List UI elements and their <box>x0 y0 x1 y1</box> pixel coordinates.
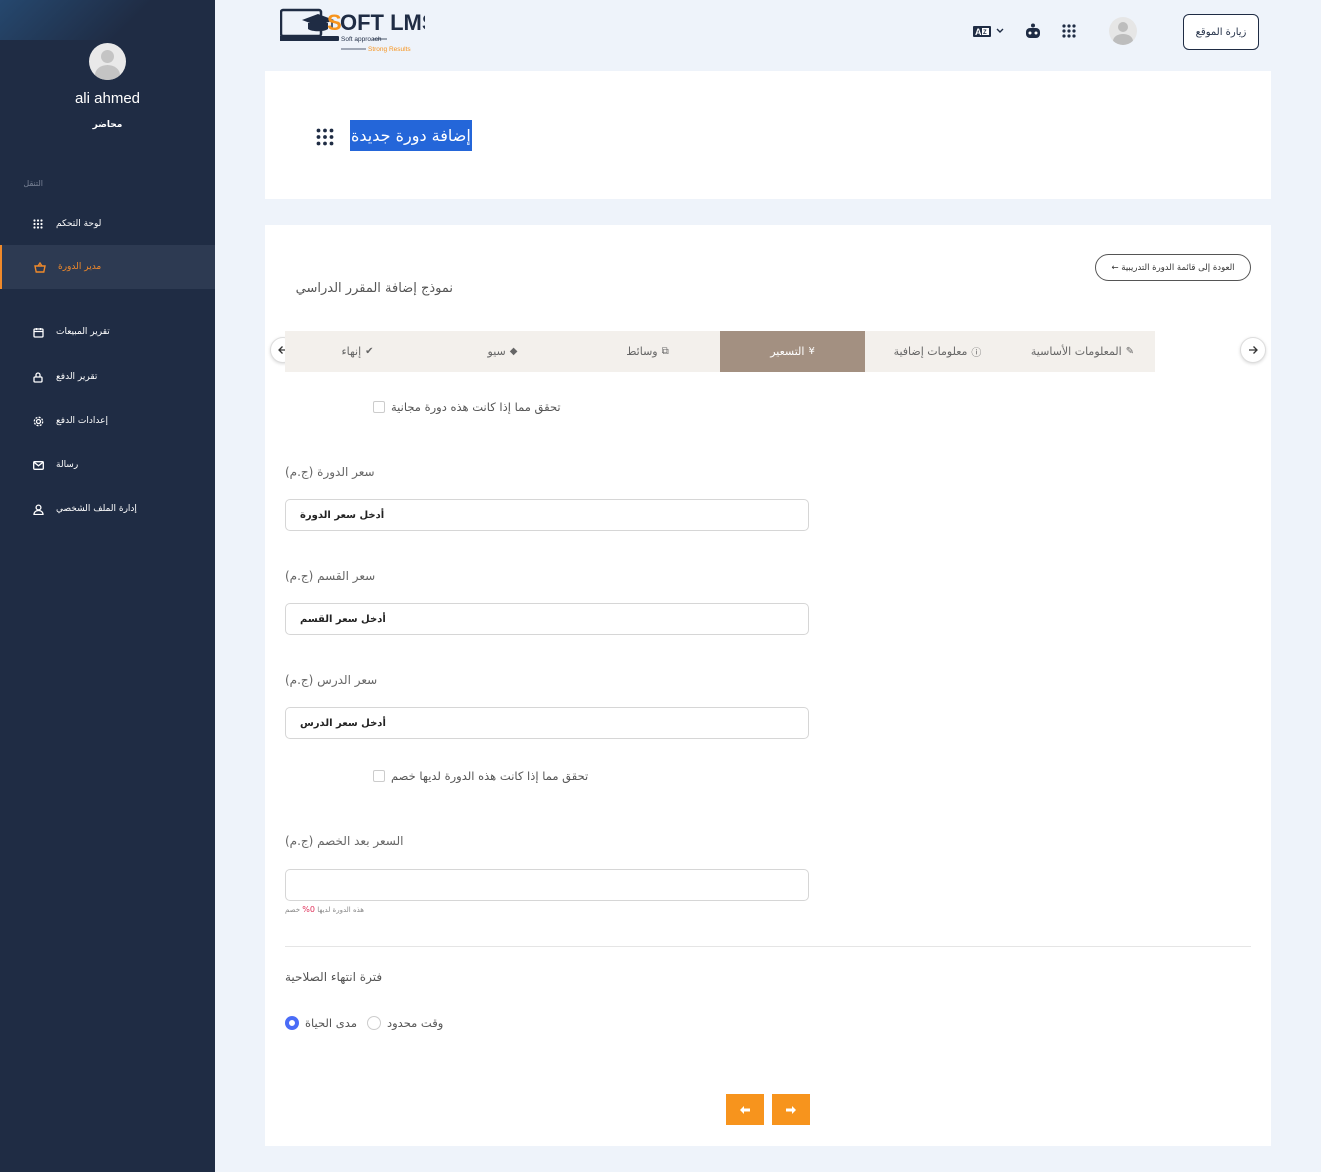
robot-icon[interactable] <box>1024 22 1042 40</box>
section-price-label: سعر القسم (ج.م) <box>285 569 376 583</box>
tab-label: معلومات إضافية <box>893 345 968 358</box>
tab-label: وسائط <box>626 345 658 358</box>
svg-text:OFT LMS: OFT LMS <box>340 10 425 35</box>
sidebar-section-label: التنقل <box>23 179 43 188</box>
gear-icon <box>32 415 44 427</box>
limited-time-radio[interactable] <box>366 1016 381 1030</box>
grid-icon <box>32 218 44 230</box>
lock-icon <box>32 371 44 383</box>
discounted-price-input[interactable] <box>285 869 809 901</box>
tab-pricing[interactable]: التسعير ¥ <box>720 331 865 372</box>
course-price-input[interactable]: أدخل سعر الدورة <box>285 499 809 531</box>
language-switcher[interactable]: A Z <box>973 22 1007 40</box>
soft-lms-logo[interactable]: S OFT LMS Soft approach Strong Results <box>279 8 437 56</box>
translate-icon: A Z <box>973 26 1004 37</box>
svg-text:A: A <box>975 27 982 37</box>
sidebar-avatar <box>89 43 126 80</box>
tab-label: إنهاء <box>341 345 362 358</box>
arrow-left-icon <box>740 1105 750 1114</box>
limited-time-label: وقت محدود <box>386 1016 444 1030</box>
visit-site-button[interactable]: زيارة الموقع <box>1183 14 1259 50</box>
tab-label: التسعير <box>770 345 805 358</box>
discount-checkbox[interactable] <box>373 770 385 782</box>
user-icon <box>32 503 44 515</box>
discount-hint: هذه الدورة لديها 0% خصم <box>285 905 364 914</box>
tabs-scroll-right-button[interactable] <box>1240 337 1266 363</box>
next-step-button[interactable] <box>772 1094 810 1125</box>
sidebar-item-payment-report[interactable]: تقرير الدفع <box>0 355 215 399</box>
check-circle-icon: ✔ <box>365 346 374 357</box>
info-icon: ⓘ <box>971 348 982 359</box>
sidebar: ali ahmed محاضر التنقل لوحة التحكم مدير … <box>0 0 215 1172</box>
sidebar-header-decoration <box>0 0 215 40</box>
free-course-label: تحقق مما إذا كانت هذه دورة مجانية <box>391 400 561 414</box>
course-price-label: سعر الدورة (ج.م) <box>285 465 375 479</box>
free-course-check-row: تحقق مما إذا كانت هذه دورة مجانية <box>373 400 561 414</box>
course-price-value: أدخل سعر الدورة <box>300 509 385 521</box>
tag-icon: ◆ <box>509 346 518 357</box>
calendar-icon <box>32 326 44 338</box>
sidebar-item-label: إدارة الملف الشخصي <box>56 504 137 514</box>
tab-seo[interactable]: سيو ◆ <box>430 331 575 372</box>
hint-suffix: خصم <box>285 906 303 914</box>
tab-label: المعلومات الأساسية <box>1030 345 1122 358</box>
form-tabs: المعلومات الأساسية ✎ معلومات إضافية ⓘ ال… <box>285 331 1155 372</box>
sidebar-item-label: تقرير المبيعات <box>56 327 110 337</box>
sidebar-item-label: مدير الدورة <box>58 262 102 272</box>
pencil-icon: ✎ <box>1125 346 1135 357</box>
expiry-radio-group: مدى الحياة وقت محدود <box>285 1016 443 1030</box>
back-to-course-list-button[interactable]: العودة إلى قائمة الدورة التدريبية ← <box>1095 254 1251 281</box>
discount-check-label: تحقق مما إذا كانت هذه الدورة لديها خصم <box>391 769 589 783</box>
discounted-price-label: السعر بعد الخصم (ج.م) <box>285 834 404 848</box>
sidebar-item-dashboard[interactable]: لوحة التحكم <box>0 202 215 246</box>
sidebar-user-name: ali ahmed <box>74 90 141 107</box>
page-title: إضافة دورة جديدة <box>350 120 472 151</box>
header-avatar[interactable] <box>1109 17 1137 45</box>
free-course-checkbox[interactable] <box>373 401 385 413</box>
sidebar-user-role: محاضر <box>92 120 123 130</box>
media-icon: ⧉ <box>661 346 669 357</box>
sidebar-item-sales-report[interactable]: تقرير المبيعات <box>0 310 215 354</box>
sidebar-item-profile[interactable]: إدارة الملف الشخصي <box>0 487 215 531</box>
mail-icon <box>32 459 44 471</box>
apps-grid-icon[interactable] <box>1060 22 1078 40</box>
svg-text:Soft approach: Soft approach <box>341 36 382 43</box>
sidebar-item-payment-settings[interactable]: إعدادات الدفع <box>0 399 215 443</box>
tab-media[interactable]: وسائط ⧉ <box>575 331 720 372</box>
section-price-value: أدخل سعر القسم <box>300 613 386 625</box>
discount-check-row: تحقق مما إذا كانت هذه الدورة لديها خصم <box>373 769 588 783</box>
divider <box>285 946 1251 947</box>
apps-grid-icon <box>316 128 334 146</box>
lesson-price-value: أدخل سعر الدرس <box>300 717 386 729</box>
tab-additional-info[interactable]: معلومات إضافية ⓘ <box>865 331 1010 372</box>
arrow-right-icon <box>1249 346 1258 354</box>
sidebar-item-label: رسالة <box>56 460 79 470</box>
lesson-price-input[interactable]: أدخل سعر الدرس <box>285 707 809 739</box>
sidebar-item-message[interactable]: رسالة <box>0 443 215 487</box>
svg-text:Z: Z <box>983 30 987 36</box>
svg-text:Strong Results: Strong Results <box>368 46 411 53</box>
previous-step-button[interactable] <box>726 1094 764 1125</box>
lifetime-radio[interactable] <box>285 1016 299 1030</box>
sidebar-item-label: تقرير الدفع <box>56 372 98 382</box>
yen-icon: ¥ <box>808 346 815 357</box>
sidebar-item-course-manager[interactable]: مدير الدورة <box>0 245 215 289</box>
arrow-right-icon <box>786 1105 796 1114</box>
basket-icon <box>34 261 46 273</box>
sidebar-item-label: إعدادات الدفع <box>56 416 108 426</box>
expiry-period-label: فترة انتهاء الصلاحية <box>285 970 383 984</box>
discount-percent: 0% <box>302 905 315 914</box>
sidebar-item-label: لوحة التحكم <box>56 219 102 229</box>
form-title: نموذج إضافة المقرر الدراسي <box>295 281 453 296</box>
hint-prefix: هذه الدورة لديها <box>314 906 364 914</box>
lifetime-label: مدى الحياة <box>305 1016 357 1030</box>
section-price-input[interactable]: أدخل سعر القسم <box>285 603 809 635</box>
tab-finish[interactable]: إنهاء ✔ <box>285 331 430 372</box>
tab-basic-info[interactable]: المعلومات الأساسية ✎ <box>1010 331 1155 372</box>
tab-label: سيو <box>487 345 506 358</box>
lesson-price-label: سعر الدرس (ج.م) <box>285 673 378 687</box>
